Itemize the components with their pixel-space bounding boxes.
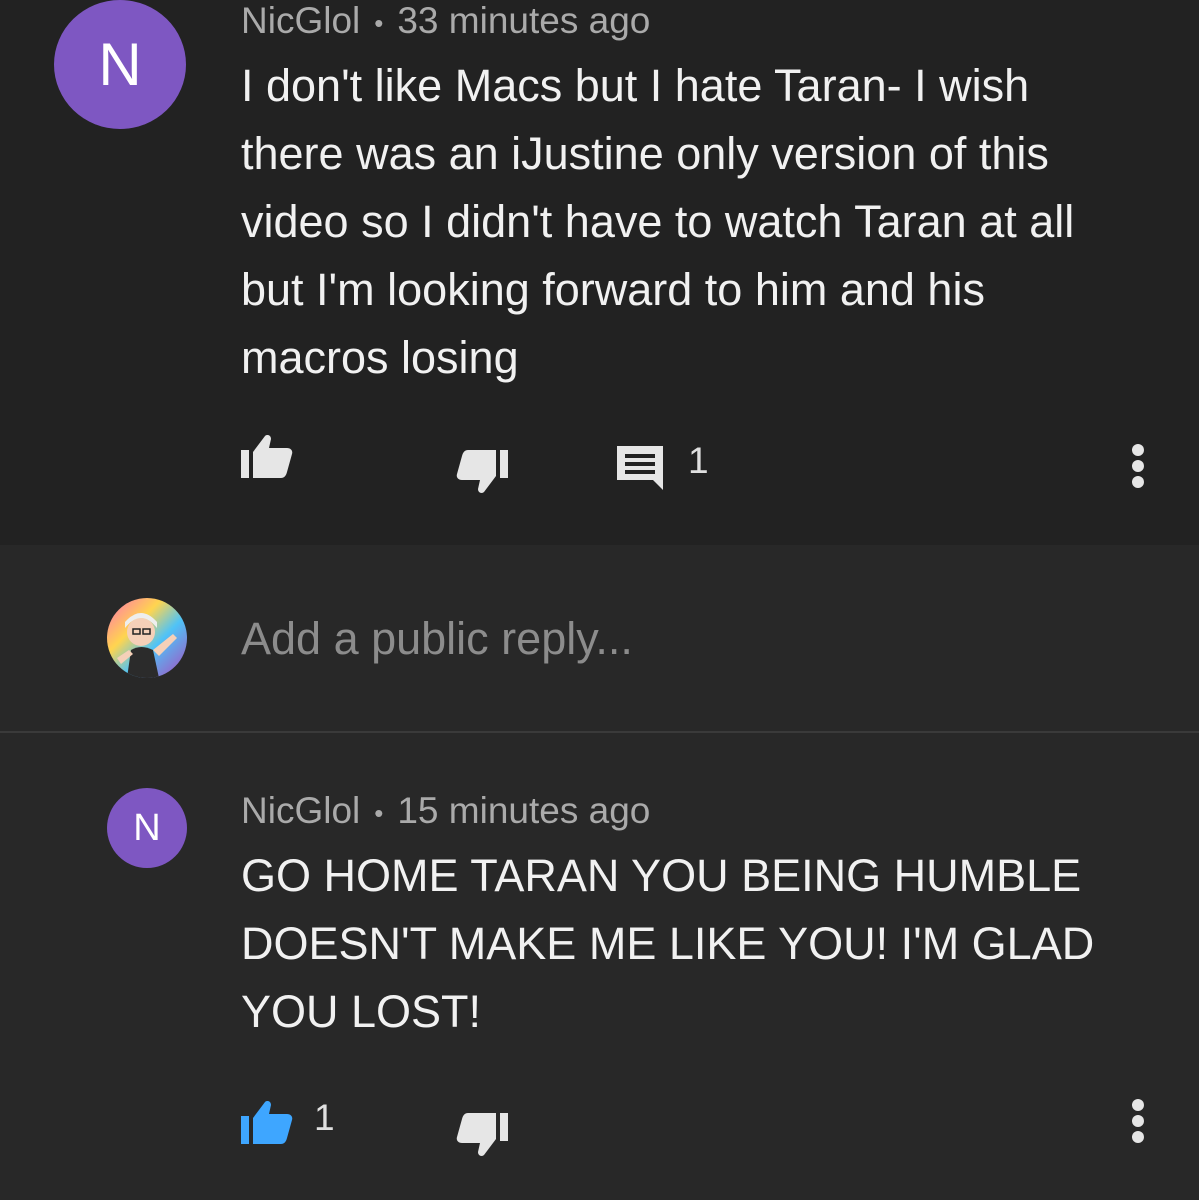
dislike-icon[interactable] xyxy=(456,448,508,496)
comment-card: N NicGlol • 33 minutes ago I don't like Ma… xyxy=(0,0,1199,545)
dislike-icon[interactable] xyxy=(456,1111,508,1159)
like-icon[interactable] xyxy=(241,432,293,480)
reply-card: N NicGlol • 15 minutes ago GO HOME TARAN Y… xyxy=(0,733,1199,1200)
comment-author[interactable]: NicGlol xyxy=(241,0,360,41)
user-avatar[interactable] xyxy=(107,598,187,678)
reply-input[interactable]: Add a public reply... xyxy=(241,613,633,665)
avatar[interactable]: N xyxy=(107,788,187,868)
comment-text: I don't like Macs but I hate Taran- I wi… xyxy=(241,60,1075,383)
reply-input-row: Add a public reply... xyxy=(0,545,1199,731)
more-vert-icon[interactable] xyxy=(1128,444,1148,488)
reply-count: 1 xyxy=(688,440,709,481)
like-icon[interactable] xyxy=(241,1098,293,1146)
meta-separator: • xyxy=(374,7,384,38)
like-count: 1 xyxy=(314,1097,335,1138)
avatar[interactable]: N xyxy=(54,0,186,129)
reply-icon[interactable] xyxy=(617,446,663,490)
more-vert-icon[interactable] xyxy=(1128,1099,1148,1143)
reply-author[interactable]: NicGlol xyxy=(241,790,360,831)
meta-separator: • xyxy=(374,797,384,828)
avatar-letter: N xyxy=(133,806,161,849)
reply-time: 15 minutes ago xyxy=(397,790,651,831)
reply-text: GO HOME TARAN YOU BEING HUMBLE DOESN'T M… xyxy=(241,850,1095,1037)
comment-time: 33 minutes ago xyxy=(397,0,651,41)
reply-meta: NicGlol • 15 minutes ago xyxy=(241,790,650,832)
comment-meta: NicGlol • 33 minutes ago xyxy=(241,0,650,42)
avatar-letter: N xyxy=(98,31,142,98)
